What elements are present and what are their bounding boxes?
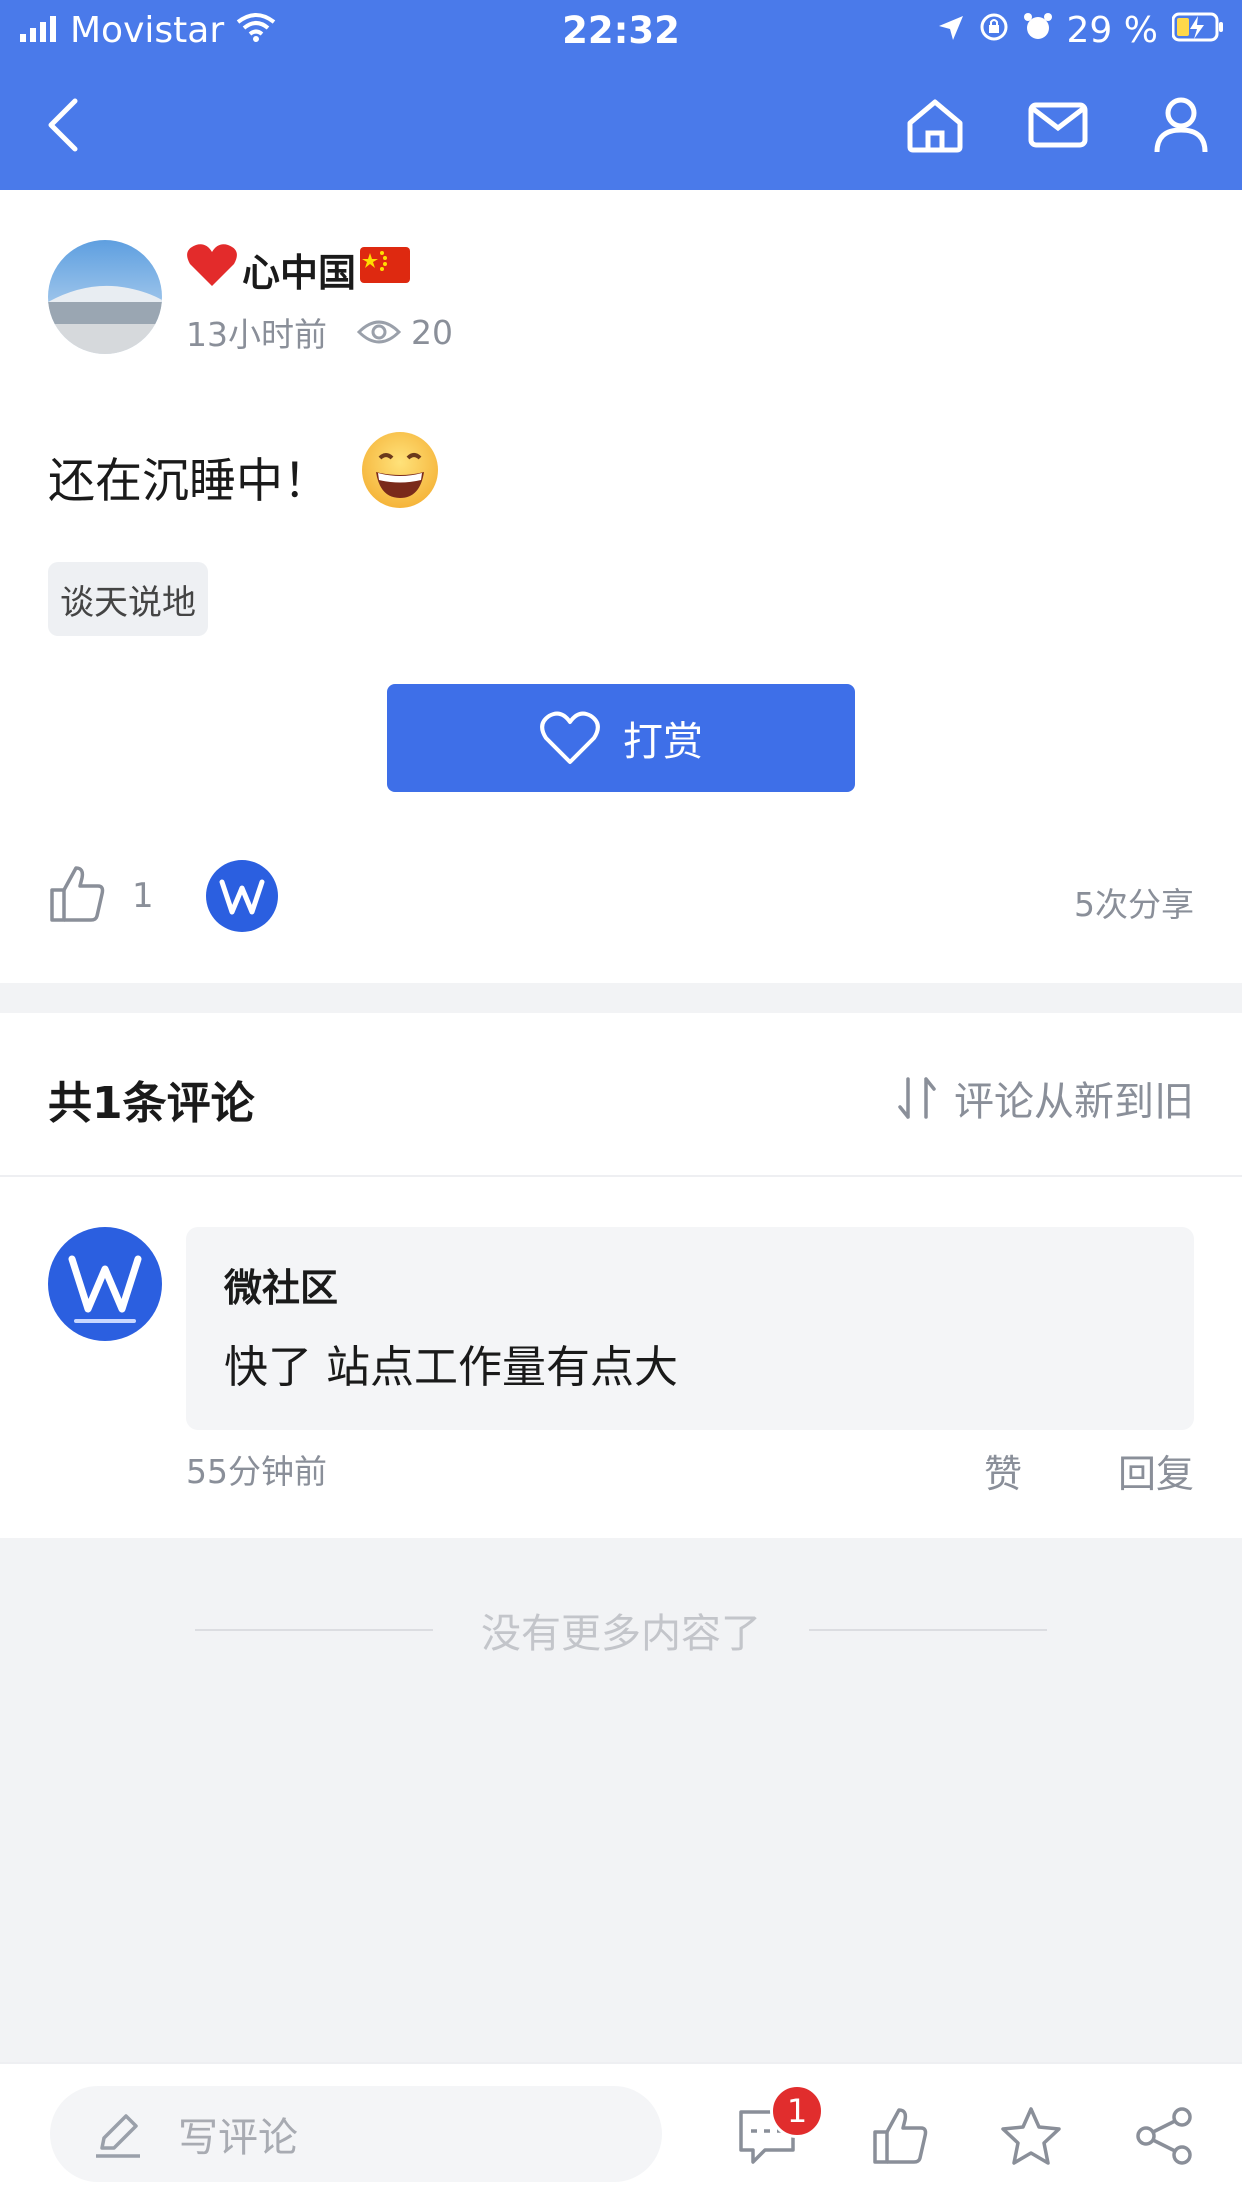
post-time: 13小时前 <box>186 315 327 354</box>
sort-label: 评论从新到旧 <box>954 1079 1194 1125</box>
rotation-lock-icon <box>979 10 1009 51</box>
china-flag-icon <box>360 247 411 292</box>
post-card: 心中国 13小时前 20 还在沉睡中！ 谈天说地 打赏 1 5次分享 <box>0 190 1242 983</box>
comment-text: 快了 站点工作量有点大 <box>224 1342 678 1393</box>
end-of-list: 没有更多内容了 <box>0 1605 1242 1657</box>
divider-right <box>809 1629 1047 1631</box>
bottom-action-bar: 写评论 1 <box>0 2062 1242 2208</box>
reward-button[interactable]: 打赏 <box>387 684 855 792</box>
comment-reply-button[interactable]: 回复 <box>1118 1443 1194 1498</box>
status-right: 29 % <box>937 10 1224 51</box>
divider-left <box>195 1629 433 1631</box>
comments-header: 共1条评论 评论从新到旧 <box>0 1013 1242 1177</box>
share-button[interactable] <box>1132 2104 1196 2168</box>
comment-author[interactable]: 微社区 <box>224 1257 338 1312</box>
home-button[interactable] <box>900 90 970 160</box>
thumbs-up-icon <box>873 2108 928 2164</box>
author-name: 心中国 <box>242 251 357 295</box>
back-chevron-icon <box>48 98 78 152</box>
heart-emoji-icon <box>186 242 238 297</box>
topic-tag[interactable]: 谈天说地 <box>48 562 208 636</box>
back-button[interactable] <box>28 90 98 160</box>
sort-toggle[interactable]: 评论从新到旧 <box>896 1069 1194 1127</box>
alarm-icon <box>1023 10 1053 51</box>
write-comment-input[interactable]: 写评论 <box>50 2086 662 2182</box>
heart-outline-icon <box>540 711 600 764</box>
status-bar: Movistar 22:32 29 % <box>0 0 1242 62</box>
reward-label: 打赏 <box>623 719 703 765</box>
location-arrow-icon <box>937 10 965 51</box>
liker-avatar[interactable] <box>205 860 278 932</box>
w-logo-icon <box>68 1255 142 1323</box>
profile-button[interactable] <box>1146 90 1216 160</box>
eye-icon <box>357 320 401 344</box>
sort-arrows-icon <box>898 1077 936 1119</box>
home-icon <box>907 99 963 153</box>
battery-percent: 29 % <box>1066 10 1158 51</box>
comments-count: 共1条评论 <box>48 1078 255 1129</box>
comment-time: 55分钟前 <box>186 1452 327 1491</box>
mail-icon <box>1028 102 1088 148</box>
nav-bar <box>0 62 1242 190</box>
thumbs-up-icon <box>50 866 105 922</box>
star-icon <box>1001 2107 1061 2165</box>
post-content: 还在沉睡中！ <box>48 430 440 522</box>
post-meta: 13小时前 20 <box>186 308 453 356</box>
pencil-icon <box>96 2114 140 2158</box>
header-bar: Movistar 22:32 29 % <box>0 0 1242 190</box>
messages-button[interactable] <box>1023 90 1093 160</box>
commenter-avatar[interactable] <box>48 1227 162 1341</box>
w-logo-icon <box>219 879 265 915</box>
comment-bubble[interactable]: 微社区 快了 站点工作量有点大 <box>186 1227 1194 1430</box>
comment-count-badge: 1 <box>770 2084 824 2138</box>
write-comment-placeholder: 写评论 <box>178 2115 298 2161</box>
author-avatar[interactable] <box>48 240 162 354</box>
thumbs-up-button[interactable] <box>48 864 106 928</box>
post-text: 还在沉睡中！ <box>48 453 330 509</box>
post-author[interactable]: 心中国 <box>186 242 411 297</box>
comments-section: 共1条评论 评论从新到旧 微社区 快了 站点工作量有点大 55分钟前 赞 回复 <box>0 1013 1242 1538</box>
like-count: 1 <box>132 876 154 916</box>
like-row: 1 <box>48 860 278 932</box>
share-icon <box>1136 2107 1192 2165</box>
share-count: 5次分享 <box>1074 885 1194 924</box>
grinning-emoji-icon <box>360 430 440 522</box>
favorite-button[interactable] <box>999 2104 1063 2168</box>
comment-like-button[interactable]: 赞 <box>984 1443 1022 1498</box>
battery-charging-icon <box>1171 10 1224 51</box>
user-icon <box>1154 97 1208 153</box>
like-button[interactable] <box>868 2104 932 2168</box>
no-more-text: 没有更多内容了 <box>481 1611 761 1657</box>
view-count: 20 <box>357 313 453 352</box>
